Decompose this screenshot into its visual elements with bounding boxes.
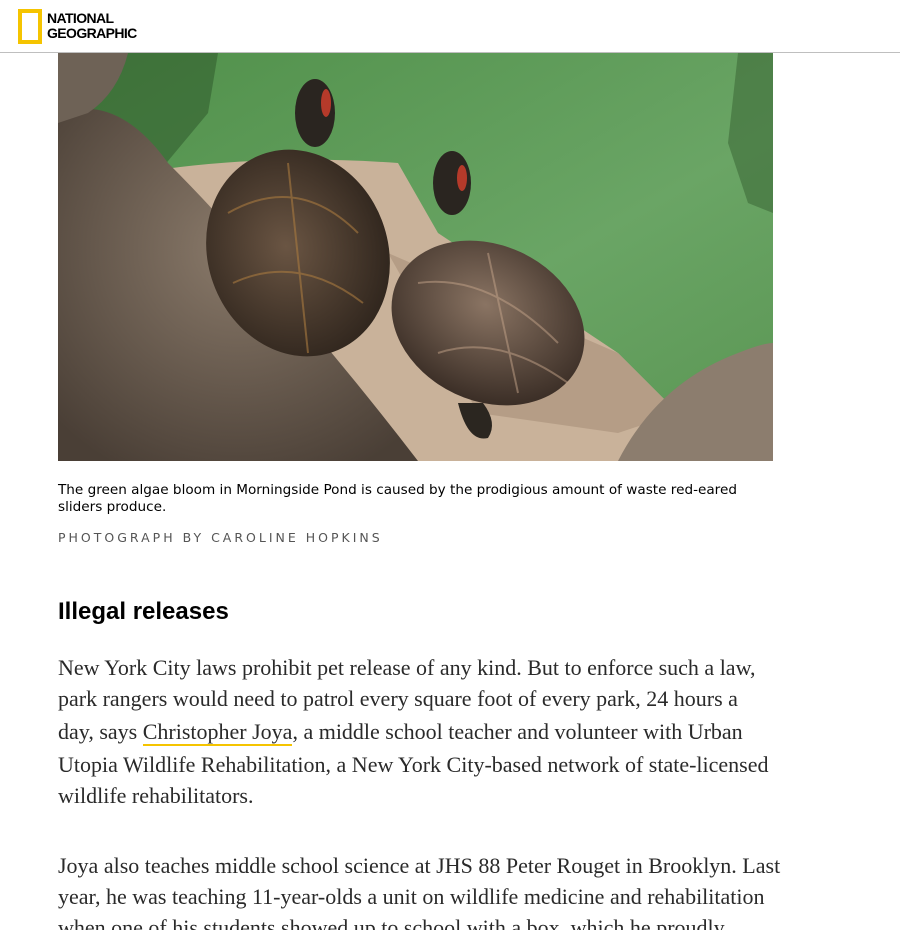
- paragraph-1-line-1: New York City laws prohibit pet release …: [58, 655, 756, 680]
- caption-line-2: sliders produce.: [58, 499, 167, 515]
- paragraph-1-line-4: Utopia Wildlife Rehabilitation, a New Yo…: [58, 752, 769, 777]
- national-geographic-logo[interactable]: NATIONAL GEOGRAPHIC: [18, 8, 137, 44]
- logo-line-2: GEOGRAPHIC: [47, 25, 137, 41]
- photo-credit: PHOTOGRAPH BY CAROLINE HOPKINS: [58, 530, 383, 545]
- article-photo-turtles: [58, 53, 773, 461]
- logo-line-1: NATIONAL: [47, 10, 114, 26]
- turtles-photo-illustration: [58, 53, 773, 461]
- line-3-suffix: , a middle school teacher and volunteer …: [292, 719, 743, 744]
- paragraph-2-line-2: year, he was teaching 11-year-olds a uni…: [58, 884, 765, 909]
- article-paragraph-1: New York City laws prohibit pet release …: [58, 652, 848, 811]
- article-paragraph-2: Joya also teaches middle school science …: [58, 850, 848, 930]
- logo-wordmark: NATIONAL GEOGRAPHIC: [47, 11, 137, 41]
- photo-caption: The green algae bloom in Morningside Pon…: [58, 482, 758, 516]
- christopher-joya-link[interactable]: Christopher Joya: [142, 719, 293, 746]
- paragraph-1-line-2: park rangers would need to patrol every …: [58, 686, 738, 711]
- paragraph-2-line-1: Joya also teaches middle school science …: [58, 853, 781, 878]
- section-heading: Illegal releases: [58, 598, 229, 625]
- yellow-border-icon: [18, 8, 42, 44]
- paragraph-1-line-5: wildlife rehabilitators.: [58, 783, 254, 808]
- caption-line-1: The green algae bloom in Morningside Pon…: [58, 482, 737, 498]
- paragraph-1-line-3: day, says Christopher Joya, a middle sch…: [58, 714, 848, 749]
- top-navigation-bar: NATIONAL GEOGRAPHIC: [0, 0, 900, 53]
- line-3-prefix: day, says: [58, 719, 143, 744]
- paragraph-2-line-3: when one of his students showed up to sc…: [58, 915, 725, 930]
